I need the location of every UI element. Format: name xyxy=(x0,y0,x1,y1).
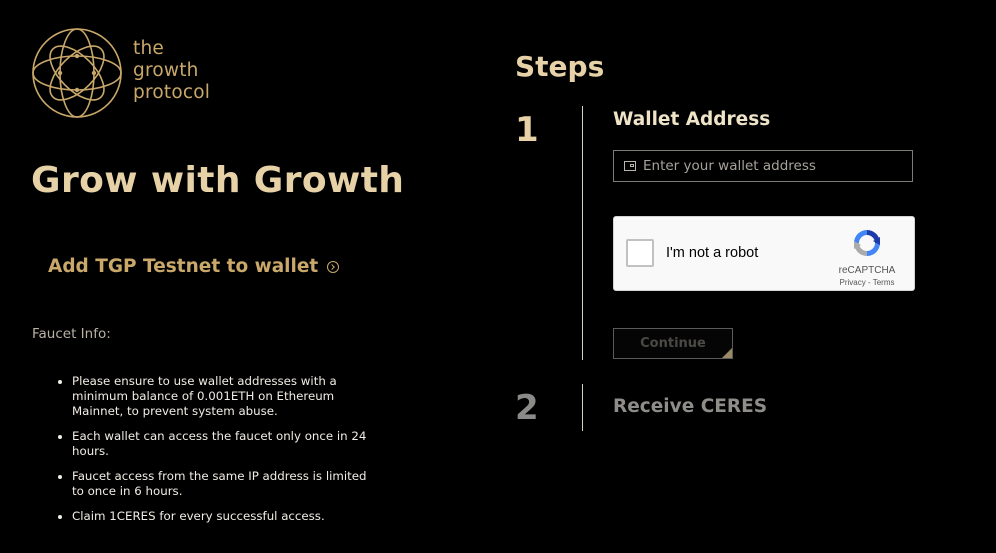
page-headline: Grow with Growth xyxy=(31,160,405,201)
recaptcha-widget: I'm not a robot reCAPTCHA Privacy - Term… xyxy=(613,216,915,291)
circle-arrow-right-icon xyxy=(327,260,340,273)
brand-logo[interactable]: the growth protocol xyxy=(31,27,231,119)
continue-label: Continue xyxy=(640,336,706,351)
button-corner-accent xyxy=(722,348,732,358)
step-1-label: Wallet Address xyxy=(613,109,771,130)
logo-line-1: the xyxy=(133,38,164,59)
faucet-info-item: Each wallet can access the faucet only o… xyxy=(72,429,382,459)
continue-button[interactable]: Continue xyxy=(613,328,733,359)
faucet-info-list: Please ensure to use wallet addresses wi… xyxy=(32,374,382,534)
step-2-number: 2 xyxy=(515,388,539,428)
faucet-info-item: Claim 1CERES for every successful access… xyxy=(72,509,382,524)
recaptcha-label: I'm not a robot xyxy=(666,245,759,261)
step-2-label: Receive CERES xyxy=(613,396,768,417)
step-1-divider xyxy=(582,106,583,360)
step-2-divider xyxy=(582,384,583,431)
faucet-info-item: Faucet access from the same IP address i… xyxy=(72,469,382,499)
recaptcha-logo-icon xyxy=(854,230,880,256)
wallet-icon xyxy=(624,161,636,171)
recaptcha-links-separator: - xyxy=(865,278,873,287)
add-testnet-link[interactable]: Add TGP Testnet to wallet xyxy=(48,256,340,277)
recaptcha-privacy-link[interactable]: Privacy xyxy=(840,278,866,287)
recaptcha-checkbox[interactable] xyxy=(626,239,654,267)
faucet-info-label: Faucet Info: xyxy=(32,326,111,342)
recaptcha-terms-link[interactable]: Terms xyxy=(873,278,895,287)
logo-line-2: growth xyxy=(133,60,199,81)
logo-wordmark: the growth protocol xyxy=(133,38,210,104)
recaptcha-logo-block: reCAPTCHA Privacy - Terms xyxy=(832,227,902,287)
orbit-logo-icon xyxy=(32,28,122,118)
step-1-number: 1 xyxy=(515,110,539,150)
recaptcha-links: Privacy - Terms xyxy=(832,278,902,287)
add-testnet-label: Add TGP Testnet to wallet xyxy=(48,256,319,277)
wallet-address-field[interactable] xyxy=(613,150,913,182)
faucet-page: the growth protocol Grow with Growth Add… xyxy=(0,0,996,553)
recaptcha-brand: reCAPTCHA xyxy=(838,265,896,276)
faucet-info-item: Please ensure to use wallet addresses wi… xyxy=(72,374,382,419)
steps-title: Steps xyxy=(515,50,605,83)
logo-line-3: protocol xyxy=(133,82,211,103)
wallet-address-input[interactable] xyxy=(643,158,903,174)
